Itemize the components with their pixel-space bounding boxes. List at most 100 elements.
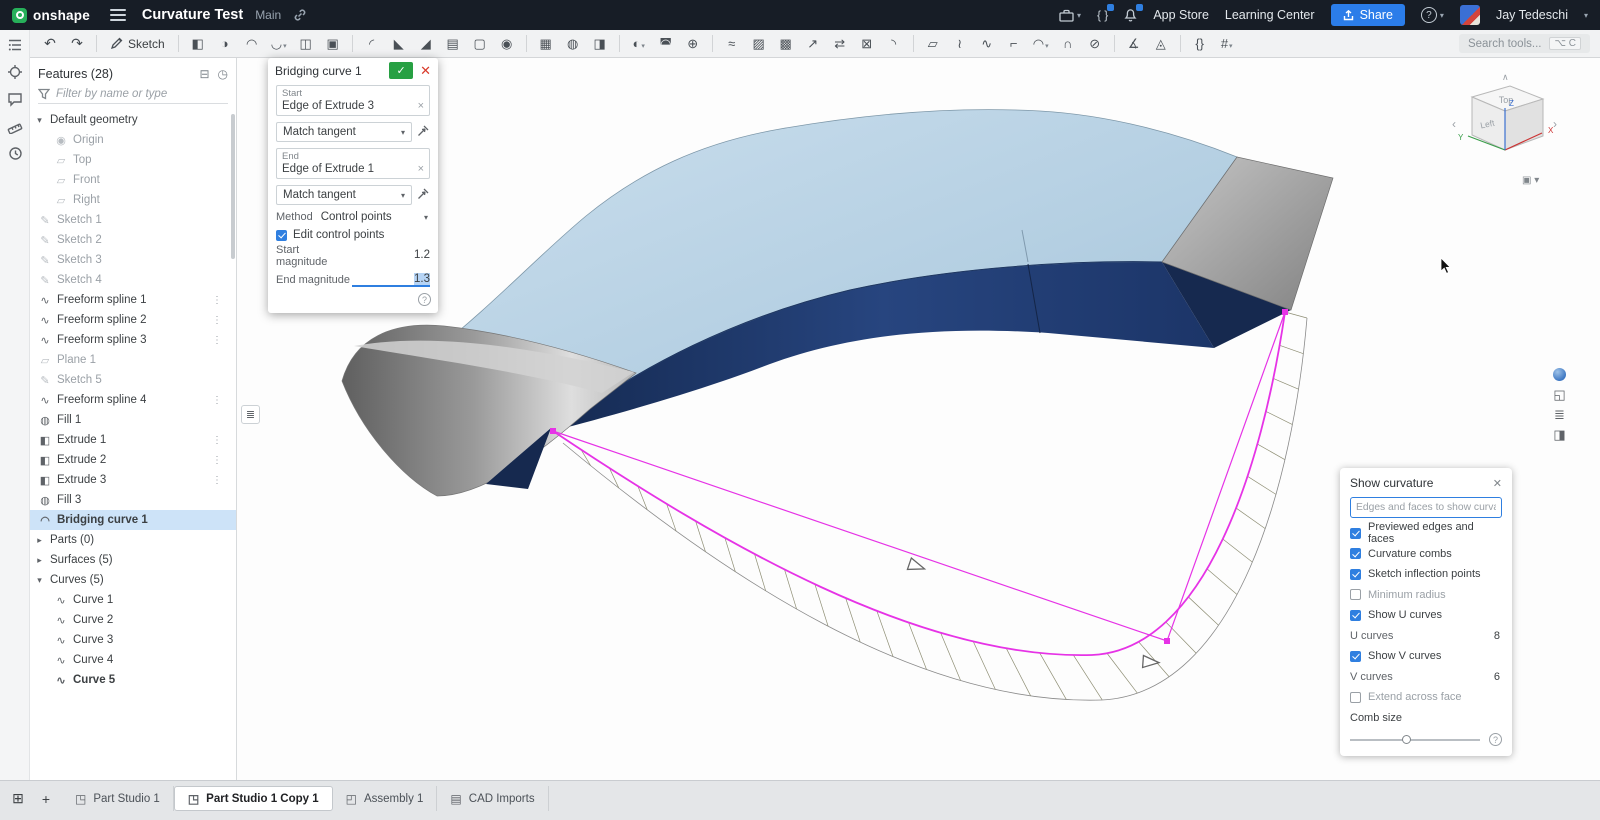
flip-tangent-icon[interactable] [417, 124, 430, 140]
start-tangent-select[interactable]: Match tangent ▾ [276, 122, 412, 142]
minimum-radius-checkbox[interactable] [1350, 589, 1361, 600]
tree-item-parts-0[interactable]: ▸Parts (0) [30, 530, 236, 550]
history-icon[interactable] [7, 145, 23, 161]
move-face-icon[interactable]: ↗ [803, 36, 823, 52]
linear-pattern-icon[interactable]: ▦ [536, 36, 556, 52]
rotate-right-arrow-icon[interactable]: › [1553, 117, 1557, 131]
feature-handle-icon[interactable]: ⋮ [212, 335, 222, 346]
delete-face-icon[interactable]: ⊠ [857, 36, 877, 52]
helix-icon[interactable]: ≀ [950, 36, 970, 52]
tree-item-top[interactable]: ▱Top [30, 150, 236, 170]
sketch-button[interactable]: Sketch [106, 37, 169, 51]
tree-item-sketch-2[interactable]: ✎Sketch 2 [30, 230, 236, 250]
onshape-logo[interactable]: onshape [12, 8, 90, 23]
previewed-edges-and-faces-checkbox[interactable] [1350, 528, 1361, 539]
share-button[interactable]: Share [1331, 4, 1405, 26]
add-tab-button[interactable]: + [34, 786, 58, 811]
fit-spline-icon[interactable]: ∿ [977, 36, 997, 52]
view-options-icon[interactable]: ▣ ▾ [1522, 175, 1539, 186]
tree-item-fill-3[interactable]: ◍Fill 3 [30, 490, 236, 510]
scrollbar-thumb[interactable] [231, 114, 235, 259]
tree-item-fill-1[interactable]: ◍Fill 1 [30, 410, 236, 430]
remove-selection-icon[interactable]: × [418, 100, 424, 112]
shell-icon[interactable]: ▢ [470, 36, 490, 52]
tree-item-freeform-spline-3[interactable]: ∿Freeform spline 3⋮ [30, 330, 236, 350]
rollback-history-icon[interactable]: ◷ [218, 67, 228, 81]
tree-item-default-geometry[interactable]: ▾Default geometry [30, 110, 236, 130]
bridging-curve-icon[interactable]: ◠▾ [1031, 36, 1051, 52]
chevron-right-icon[interactable]: ▸ [34, 535, 45, 546]
show-v-curves-checkbox[interactable] [1350, 651, 1361, 662]
slider-track[interactable] [1350, 739, 1480, 741]
method-select[interactable]: Control points ▾ [319, 211, 430, 223]
integrations-icon[interactable]: ▾ [1059, 9, 1081, 22]
tree-item-sketch-1[interactable]: ✎Sketch 1 [30, 210, 236, 230]
help-icon[interactable]: ? [418, 293, 431, 306]
end-magnitude-arrow[interactable] [1143, 656, 1160, 669]
branch-name[interactable]: Main [255, 8, 281, 22]
flip-tangent-icon[interactable] [417, 187, 430, 203]
control-vertex[interactable] [1164, 638, 1170, 644]
fill-surface-icon[interactable]: ▩ [776, 36, 796, 52]
feature-handle-icon[interactable]: ⋮ [212, 475, 222, 486]
mirror-icon[interactable]: ◨ [590, 36, 610, 52]
notifications-bell-icon[interactable] [1124, 8, 1137, 22]
tree-item-curves-5[interactable]: ▾Curves (5) [30, 570, 236, 590]
start-magnitude-arrow[interactable] [907, 558, 926, 575]
tree-item-right[interactable]: ▱Right [30, 190, 236, 210]
follow-mode-icon[interactable] [7, 64, 23, 80]
featurescript-icon[interactable]: {} [1190, 36, 1210, 51]
tab-part-studio-1[interactable]: ◳Part Studio 1 [62, 786, 174, 811]
feature-list-panel-icon[interactable] [7, 37, 23, 53]
start-selection-field[interactable]: Start Edge of Extrude 3 × [276, 85, 430, 116]
app-store-link[interactable]: App Store [1153, 8, 1209, 22]
trim-curve-icon[interactable]: ⊘ [1085, 36, 1105, 52]
curvature-selection-input[interactable] [1356, 502, 1496, 513]
copy-view-icon[interactable]: ◱ [1553, 388, 1565, 401]
chamfer-icon[interactable]: ◣ [389, 36, 409, 52]
curvature-combs-checkbox[interactable] [1350, 548, 1361, 559]
avatar[interactable] [1460, 5, 1480, 25]
sketch-inflection-points-checkbox[interactable] [1350, 569, 1361, 580]
feature-handle-icon[interactable]: ⋮ [212, 295, 222, 306]
section-view-icon[interactable]: ◨ [1553, 428, 1565, 441]
boolean-icon[interactable]: ◐▾ [629, 36, 649, 51]
modify-fillet-icon[interactable]: ◝ [884, 36, 904, 52]
main-menu-icon[interactable] [110, 9, 126, 21]
tree-item-extrude-2[interactable]: ◧Extrude 2⋮ [30, 450, 236, 470]
tree-item-extrude-3[interactable]: ◧Extrude 3⋮ [30, 470, 236, 490]
learning-center-link[interactable]: Learning Center [1225, 8, 1315, 22]
search-tools-box[interactable]: Search tools... ⌥ C [1459, 34, 1590, 53]
remove-selection-icon[interactable]: × [418, 163, 424, 175]
slider-knob[interactable] [1402, 735, 1411, 744]
tab-manager-icon[interactable]: ⊞ [6, 786, 30, 811]
tree-item-curve-2[interactable]: ∿Curve 2 [30, 610, 236, 630]
viewport[interactable]: Top Left X Y Z ‹ › ∧ ▣ ▾ ≣ ◱ ≣ ◨ Show cu… [237, 58, 1600, 780]
transform-icon[interactable]: ⊕ [683, 36, 703, 52]
curve-start-point[interactable] [550, 428, 556, 434]
chevron-right-icon[interactable]: ▸ [34, 555, 45, 566]
feature-handle-icon[interactable]: ⋮ [212, 395, 222, 406]
end-magnitude-input[interactable]: 1.3 [352, 273, 430, 287]
help-menu[interactable]: ? ▾ [1421, 7, 1444, 23]
view-cube[interactable]: Top Left X Y Z ‹ › ∧ ▣ ▾ [1452, 72, 1557, 186]
layers-icon[interactable]: ≣ [1554, 408, 1565, 421]
cancel-button[interactable]: ✕ [420, 63, 431, 79]
tree-item-sketch-3[interactable]: ✎Sketch 3 [30, 250, 236, 270]
rib-icon[interactable]: ▤ [443, 36, 463, 52]
replace-face-icon[interactable]: ⇄ [830, 36, 850, 52]
tree-item-surfaces-5[interactable]: ▸Surfaces (5) [30, 550, 236, 570]
v-curves-value[interactable]: 6 [1494, 671, 1502, 683]
confirm-button[interactable]: ✓ [389, 62, 413, 79]
loft-icon[interactable]: ◡▾ [269, 36, 289, 52]
edit-control-points-checkbox[interactable] [276, 230, 287, 241]
curvature-selection-field[interactable] [1350, 497, 1502, 518]
extrude-icon[interactable]: ◧ [188, 36, 208, 52]
undo-button[interactable]: ↶ [40, 35, 60, 52]
tree-item-plane-1[interactable]: ▱Plane 1 [30, 350, 236, 370]
tab-cad-imports[interactable]: ▤CAD Imports [437, 786, 548, 811]
tree-item-bridging-curve-1[interactable]: ◠Bridging curve 1 [30, 510, 236, 530]
projected-curve-icon[interactable]: ⌐ [1004, 36, 1024, 51]
plane-icon[interactable]: ▱ [923, 36, 943, 52]
user-name[interactable]: Jay Tedeschi [1496, 8, 1568, 22]
